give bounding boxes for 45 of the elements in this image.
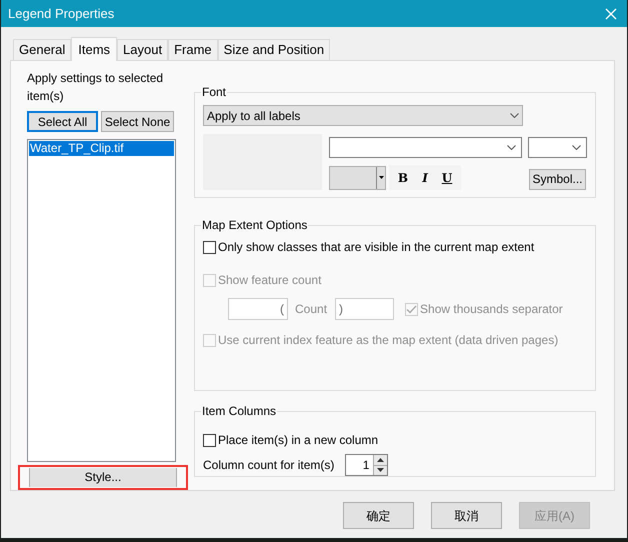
font-size-combo[interactable] (528, 137, 587, 158)
chevron-icon (510, 113, 519, 118)
section-caption: Apply settings to selected item(s) (27, 70, 164, 105)
checkbox-label: Show feature count (218, 272, 322, 289)
tab[interactable]: General (13, 39, 72, 60)
checkbox-label: Show thousands separator (420, 301, 563, 318)
symbol-button[interactable]: Symbol... (529, 168, 586, 190)
caret-icon (378, 176, 384, 179)
select-button[interactable]: Select None (101, 111, 174, 132)
tab[interactable]: Size and Position (218, 39, 330, 60)
checkbox[interactable] (203, 240, 216, 254)
column-count-label: Column count for item(s) (203, 457, 334, 474)
group-title: Map Extent Options (201, 217, 308, 234)
tab[interactable]: Items (71, 37, 118, 61)
tab[interactable]: Frame (168, 39, 218, 60)
dropdown[interactable]: Apply to all labels (203, 105, 523, 126)
dialog-button[interactable]: 取消 (431, 502, 502, 529)
group-title: Font (201, 84, 228, 101)
count-label: Count (295, 301, 328, 318)
checkbox-label: Place item(s) in a new column (218, 432, 378, 449)
color-dropdown[interactable] (329, 166, 386, 190)
tab[interactable]: Layout (117, 39, 168, 60)
checkbox-label: Only show classes that are visible in the current map extent (218, 239, 534, 256)
dropdown-value: Apply to all labels (207, 108, 300, 124)
list-item[interactable]: Water_TP_Clip.tif (29, 141, 174, 156)
close-icon[interactable] (605, 8, 617, 20)
bold-button[interactable]: B (394, 168, 412, 186)
style-button[interactable]: Style... (29, 468, 177, 487)
italic-button[interactable]: I (416, 168, 434, 186)
prefix-field[interactable]: ( (228, 298, 288, 320)
check-icon (406, 304, 418, 314)
window-title: Legend Properties (8, 4, 114, 23)
down-arrow-icon[interactable] (377, 468, 384, 472)
checkbox[interactable] (203, 434, 216, 446)
select-button[interactable]: Select All (27, 111, 98, 132)
suffix-field[interactable]: ) (335, 298, 394, 320)
underline-button[interactable]: U (438, 168, 456, 186)
up-arrow-icon[interactable] (377, 458, 384, 462)
dialog-button[interactable]: 确定 (343, 502, 414, 529)
checkbox-label: Use current index feature as the map extent (data driven pages) (218, 332, 558, 349)
chevron-icon (572, 145, 581, 150)
font-name-combo[interactable] (329, 137, 522, 158)
group-title: Item Columns (201, 403, 278, 420)
column-count-spinner[interactable]: 1 (345, 454, 388, 476)
chevron-icon (507, 145, 516, 150)
